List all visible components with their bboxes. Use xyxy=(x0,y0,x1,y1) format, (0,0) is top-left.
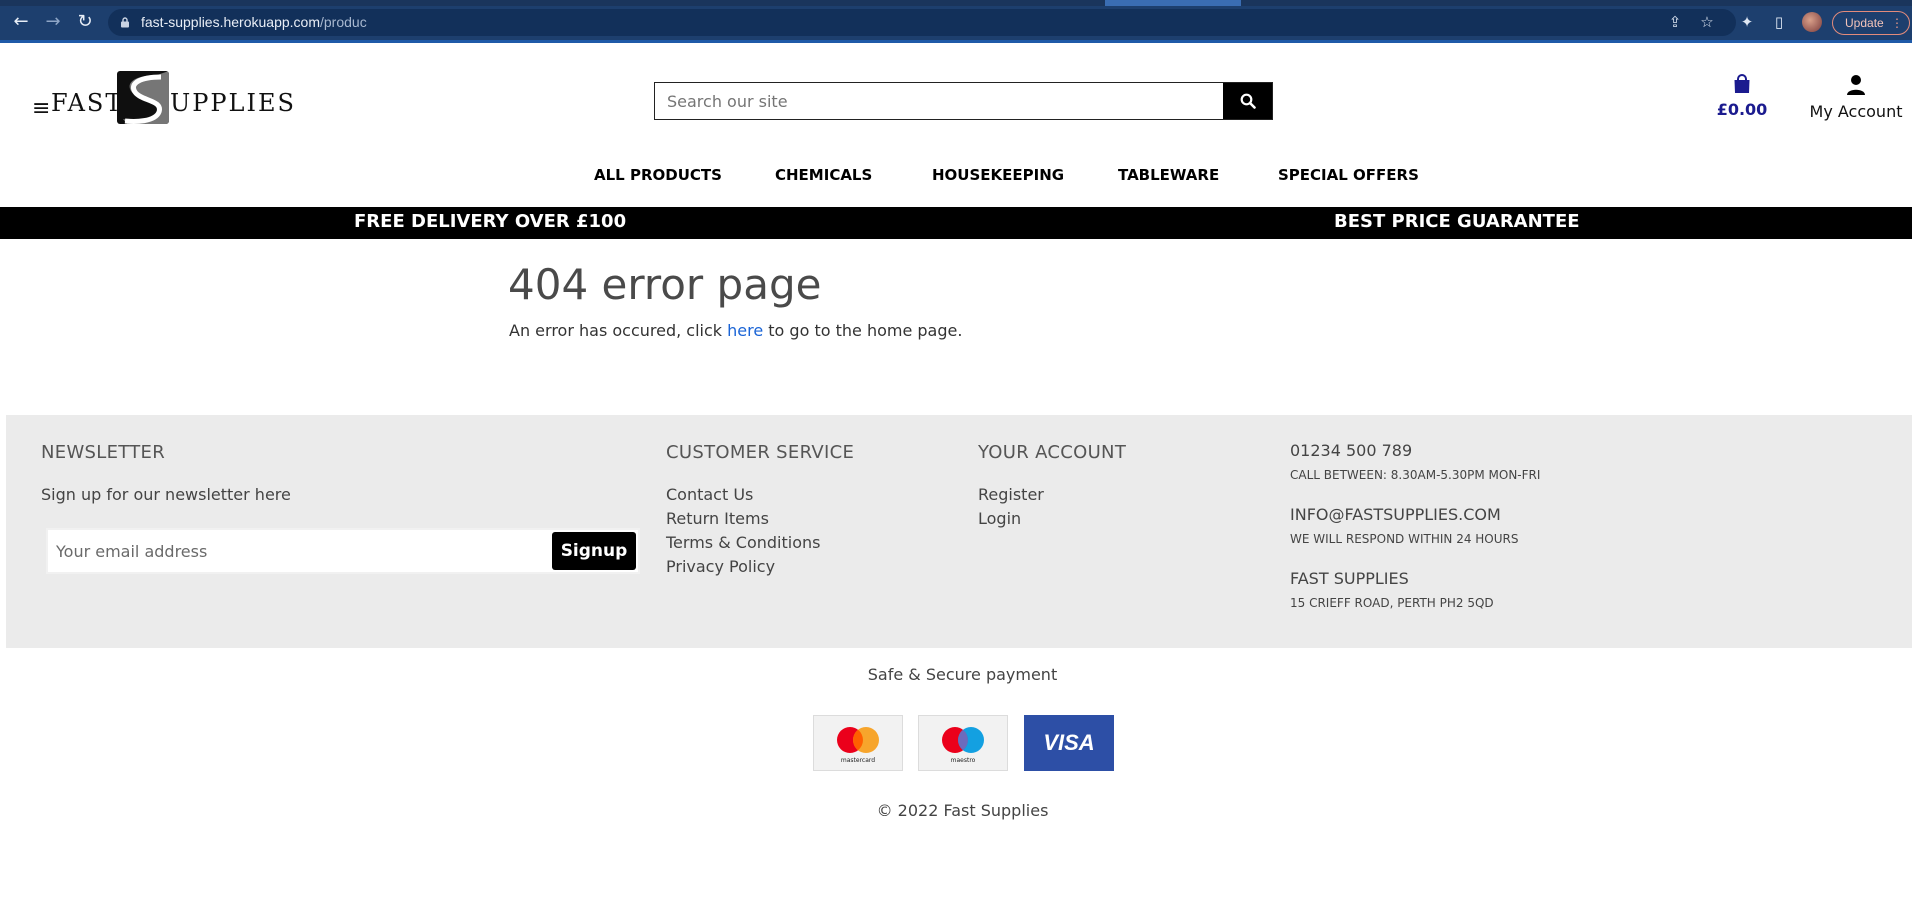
newsletter-heading: NEWSLETTER xyxy=(41,442,166,463)
nav-housekeeping[interactable]: HOUSEKEEPING xyxy=(932,166,1064,184)
email-field[interactable] xyxy=(48,530,550,572)
error-text-before: An error has occured, click xyxy=(509,321,728,340)
speed-lines-icon: ≡ xyxy=(32,96,51,121)
my-account[interactable]: My Account xyxy=(1800,74,1912,121)
newsletter-text: Sign up for our newsletter here xyxy=(41,485,291,504)
menu-dots-icon: ⋮ xyxy=(1891,16,1903,30)
url-path: /produc xyxy=(320,14,367,30)
bag-total: £0.00 xyxy=(1716,100,1768,119)
update-label: Update xyxy=(1845,16,1884,30)
visa-logo: VISA xyxy=(1024,715,1114,771)
home-link[interactable]: here xyxy=(727,321,763,340)
contact-response: WE WILL RESPOND WITHIN 24 HOURS xyxy=(1290,532,1519,546)
url-text[interactable]: fast-supplies.herokuapp.com/produc xyxy=(141,14,367,30)
logo-s-mark xyxy=(117,71,169,124)
company-name: FAST SUPPLIES xyxy=(1290,569,1409,588)
contact-us-link[interactable]: Contact Us xyxy=(666,485,753,504)
card-label: mastercard xyxy=(841,757,875,764)
search-button[interactable] xyxy=(1223,83,1272,119)
main-navigation: ALL PRODUCTS CHEMICALS HOUSEKEEPING TABL… xyxy=(0,166,1912,190)
nav-chemicals[interactable]: CHEMICALS xyxy=(775,166,872,184)
update-button[interactable]: Update ⋮ xyxy=(1832,11,1910,35)
user-icon xyxy=(1847,75,1865,95)
logo-text-right: UPPLIES xyxy=(170,89,296,117)
nav-tableware[interactable]: TABLEWARE xyxy=(1118,166,1219,184)
logo-text-left: FAST xyxy=(51,89,124,117)
back-icon[interactable]: ← xyxy=(10,11,32,33)
reload-icon[interactable]: ↻ xyxy=(74,11,96,33)
nav-special-offers[interactable]: SPECIAL OFFERS xyxy=(1278,166,1419,184)
your-account-heading: YOUR ACCOUNT xyxy=(978,442,1127,463)
shopping-bag[interactable]: £0.00 xyxy=(1712,74,1772,119)
share-icon[interactable]: ⇪ xyxy=(1666,13,1684,31)
account-label: My Account xyxy=(1809,102,1903,121)
error-text-after: to go to the home page. xyxy=(763,321,963,340)
signup-button[interactable]: Signup xyxy=(552,532,636,570)
copyright: © 2022 Fast Supplies xyxy=(876,801,1049,820)
mastercard-logo: mastercard xyxy=(813,715,903,771)
company-address: 15 CRIEFF ROAD, PERTH PH2 5QD xyxy=(1290,596,1494,610)
privacy-policy-link[interactable]: Privacy Policy xyxy=(666,557,775,576)
contact-hours: CALL BETWEEN: 8.30AM-5.30PM MON-FRI xyxy=(1290,468,1541,482)
lock-icon[interactable] xyxy=(120,17,130,28)
promo-free-delivery: FREE DELIVERY OVER £100 xyxy=(354,211,627,232)
customer-service-heading: CUSTOMER SERVICE xyxy=(666,442,855,463)
site-footer: NEWSLETTER Sign up for our newsletter he… xyxy=(6,415,1912,648)
contact-phone: 01234 500 789 xyxy=(1290,441,1413,460)
star-icon[interactable]: ☆ xyxy=(1698,13,1716,31)
site-search xyxy=(654,82,1273,120)
newsletter-form: Signup xyxy=(46,528,640,574)
contact-email: INFO@FASTSUPPLIES.COM xyxy=(1290,505,1501,524)
forward-icon[interactable]: → xyxy=(42,11,64,33)
shopping-bag-icon xyxy=(1734,74,1750,93)
search-icon xyxy=(1240,93,1256,109)
terms-link[interactable]: Terms & Conditions xyxy=(666,533,820,552)
nav-all-products[interactable]: ALL PRODUCTS xyxy=(594,166,722,184)
url-host: fast-supplies.herokuapp.com xyxy=(141,14,320,30)
site-logo[interactable]: ≡ FAST UPPLIES xyxy=(32,70,294,126)
search-input[interactable] xyxy=(655,83,1223,119)
error-message: An error has occured, click here to go t… xyxy=(509,321,962,340)
promo-banner: FREE DELIVERY OVER £100 BEST PRICE GUARA… xyxy=(0,207,1912,239)
secure-payment-heading: Safe & Secure payment xyxy=(867,665,1058,684)
side-panel-icon[interactable]: ▯ xyxy=(1770,13,1788,31)
register-link[interactable]: Register xyxy=(978,485,1044,504)
profile-avatar[interactable] xyxy=(1802,12,1822,32)
toolbar-divider xyxy=(0,40,1912,43)
return-items-link[interactable]: Return Items xyxy=(666,509,769,528)
active-tab-indicator xyxy=(1105,0,1241,6)
page-title: 404 error page xyxy=(508,260,822,309)
card-label: maestro xyxy=(951,757,976,764)
maestro-logo: maestro xyxy=(918,715,1008,771)
login-link[interactable]: Login xyxy=(978,509,1021,528)
browser-toolbar: ← → ↻ fast-supplies.herokuapp.com/produc… xyxy=(0,0,1912,43)
tab-strip xyxy=(0,0,1912,6)
promo-best-price: BEST PRICE GUARANTEE xyxy=(1334,211,1580,232)
card-label: VISA xyxy=(1043,730,1094,755)
extensions-icon[interactable]: ✦ xyxy=(1738,13,1756,31)
